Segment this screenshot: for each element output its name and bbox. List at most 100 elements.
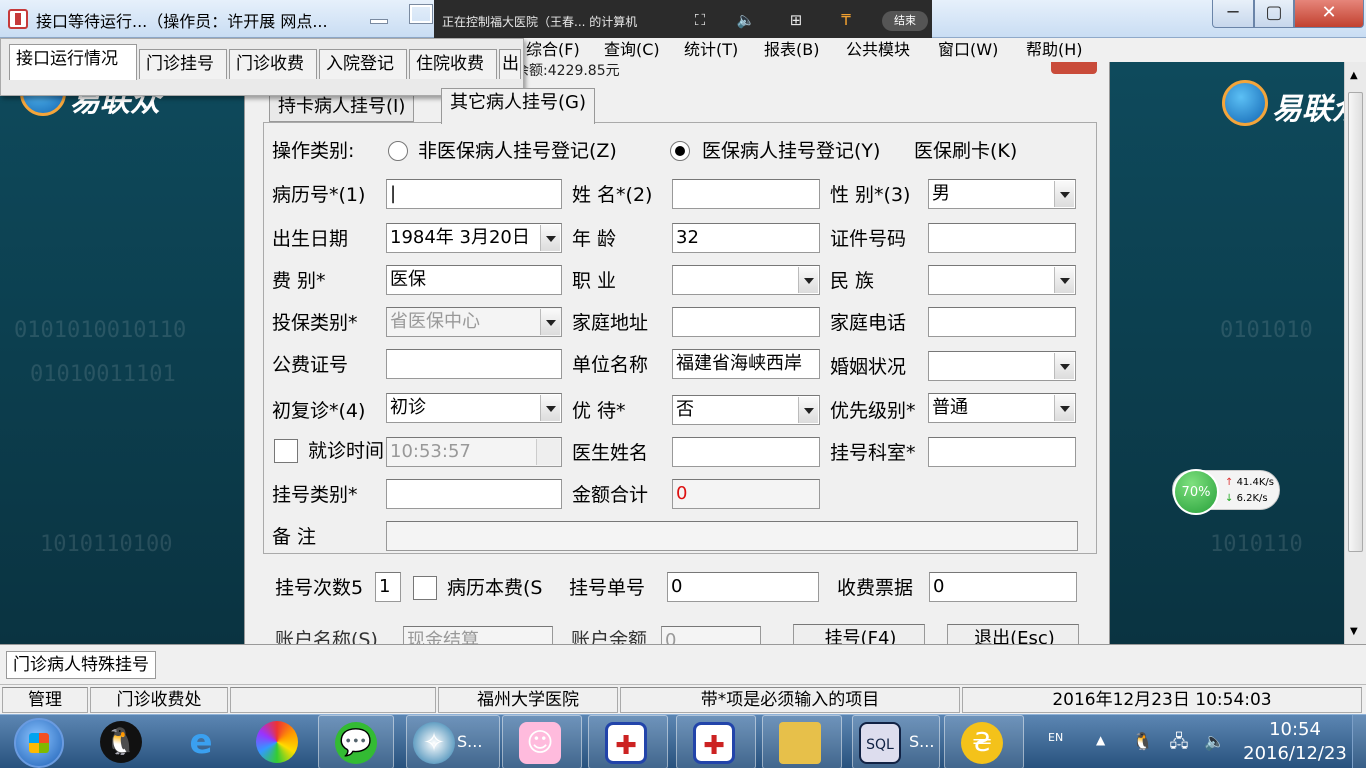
priority-select[interactable]: 否 [672,395,820,425]
tab-outpatient-register[interactable]: 门诊挂号 [139,49,227,79]
tab-special-registration[interactable]: 门诊病人特殊挂号 [6,651,156,679]
taskbar-ie[interactable]: e [164,715,240,768]
dept-input[interactable] [928,437,1076,467]
speaker-icon[interactable]: 🔈 [736,11,756,29]
tab-interface-status[interactable]: 接口运行情况 [9,44,137,80]
minimize-button[interactable]: ─ [1212,0,1254,28]
tab-outpatient-charge[interactable]: 门诊收费 [229,49,317,79]
insurance-card-button[interactable]: 医保刷卡(K) [914,137,1017,165]
chevron-down-icon[interactable] [798,267,818,293]
taskbar-sql-tool[interactable]: SQL S... [852,715,940,768]
phone-input[interactable] [928,307,1076,337]
qq-tray-icon[interactable]: 🐧 [1132,731,1154,753]
menu-query[interactable]: 查询(C) [604,38,660,62]
menu-reports[interactable]: 报表(B) [764,38,819,62]
taskbar-qq[interactable]: 🐧 [84,715,160,768]
tab-admission[interactable]: 入院登记 [319,49,407,79]
vertical-scrollbar[interactable]: ▲ ▼ [1344,62,1366,644]
public-fee-input[interactable] [386,349,562,379]
close-button[interactable]: ✕ [1294,0,1364,28]
radio-insured[interactable] [670,141,690,161]
scroll-thumb[interactable] [1348,92,1363,552]
tab-discharge[interactable]: 出 [499,49,521,79]
network-icon[interactable]: 🖧 [1168,731,1190,753]
radio-non-insured[interactable] [388,141,408,161]
windows-taskbar: 🐧 e 💬 ✧ S... ☺ ✚ ✚ SQL S... ₴ EN ▲ 🐧 🖧 🔈 1… [0,714,1366,768]
clock-date[interactable]: 2016/12/23 [1236,743,1354,764]
taskbar-photo[interactable] [240,715,316,768]
start-button[interactable] [14,718,64,768]
inner-minimize-icon[interactable] [368,8,388,26]
employer-label: 单位名称 [572,354,649,376]
reg-no-input[interactable]: 0 [667,572,819,602]
taskbar-folder[interactable] [762,715,842,768]
menu-comprehensive[interactable]: 综合(F) [526,38,580,62]
menu-statistics[interactable]: 统计(T) [684,38,738,62]
grid-icon[interactable]: ⊞ [786,11,806,29]
tab-other-patient[interactable]: 其它病人挂号(G) [441,88,595,124]
radio-non-insured-label[interactable]: 非医保病人挂号登记(Z) [418,137,617,165]
volume-icon[interactable]: 🔈 [1204,731,1226,753]
fee-input[interactable]: 医保 [386,265,562,295]
scroll-down-icon[interactable]: ▼ [1350,626,1358,637]
count-input[interactable]: 1 [375,572,401,602]
dialog-close-button[interactable] [1051,62,1097,74]
chevron-down-icon[interactable] [1054,267,1074,293]
book-fee-checkbox[interactable] [413,576,437,600]
tab-inpatient-charge[interactable]: 住院收费 [409,49,497,79]
remark-input[interactable] [386,521,1078,551]
exit-button[interactable]: 退出(Esc) [947,624,1079,644]
visit-time-checkbox[interactable] [274,439,298,463]
tray-expand-icon[interactable]: ▲ [1096,733,1105,747]
id-input[interactable] [928,223,1076,253]
job-select[interactable] [672,265,820,295]
inner-maximize-icon[interactable] [409,4,433,24]
taskbar-yellow-app[interactable]: ₴ [944,715,1024,768]
network-speed-widget[interactable]: 70% ↑ 41.4K/s ↓ 6.2K/s [1172,469,1280,515]
chevron-down-icon[interactable] [1054,181,1074,207]
chevron-down-icon[interactable] [798,397,818,423]
maximize-button[interactable]: ▢ [1254,0,1294,28]
taskbar-hospital-app-2[interactable]: ✚ [676,715,756,768]
sex-value: 男 [932,183,950,204]
doctor-input[interactable] [672,437,820,467]
show-desktop-button[interactable] [1352,715,1366,768]
taskbar-kids-app[interactable]: ☺ [502,715,582,768]
taskbar-compass-app[interactable]: ✧ S... [406,715,500,768]
employer-input[interactable]: 福建省海峡西岸 [672,349,820,379]
menu-common[interactable]: 公共模块 [846,38,910,62]
birth-date-picker[interactable]: 1984年 3月20日 [386,223,562,253]
nation-select[interactable] [928,265,1076,295]
pin-icon[interactable]: ₸ [836,11,856,29]
receipt-label: 收费票据 [837,577,914,599]
chevron-down-icon[interactable] [540,225,560,251]
fit-screen-icon[interactable]: ⛶ [690,11,710,29]
address-input[interactable] [672,307,820,337]
sex-select[interactable]: 男 [928,179,1076,209]
language-indicator[interactable]: EN [1048,731,1063,744]
name-input[interactable] [672,179,820,209]
chevron-down-icon[interactable] [1054,395,1074,421]
account-select[interactable]: 现金结算 [403,626,553,644]
tab-card-patient[interactable]: 持卡病人挂号(I) [269,92,415,122]
hospital-app-icon: ✚ [605,722,647,764]
visit-type-select[interactable]: 初诊 [386,393,562,423]
end-session-button[interactable]: 结束 [882,11,928,31]
taskbar-hospital-app[interactable]: ✚ [588,715,668,768]
reg-type-input[interactable] [386,479,562,509]
chevron-down-icon[interactable] [540,395,560,421]
register-button[interactable]: 挂号(F4) [793,624,925,644]
marital-select[interactable] [928,351,1076,381]
radio-insured-label[interactable]: 医保病人挂号登记(Y) [702,137,880,165]
menu-help[interactable]: 帮助(H) [1026,38,1083,62]
taskbar-wechat[interactable]: 💬 [318,715,394,768]
record-no-input[interactable]: | [386,179,562,209]
clock-time[interactable]: 10:54 [1252,719,1338,740]
menu-window[interactable]: 窗口(W) [938,38,998,62]
priority-level-select[interactable]: 普通 [928,393,1076,423]
age-input[interactable]: 32 [672,223,820,253]
chevron-down-icon[interactable] [1054,353,1074,379]
hospital-app-2-icon: ✚ [693,722,735,764]
scroll-up-icon[interactable]: ▲ [1350,70,1358,81]
receipt-input[interactable]: 0 [929,572,1077,602]
